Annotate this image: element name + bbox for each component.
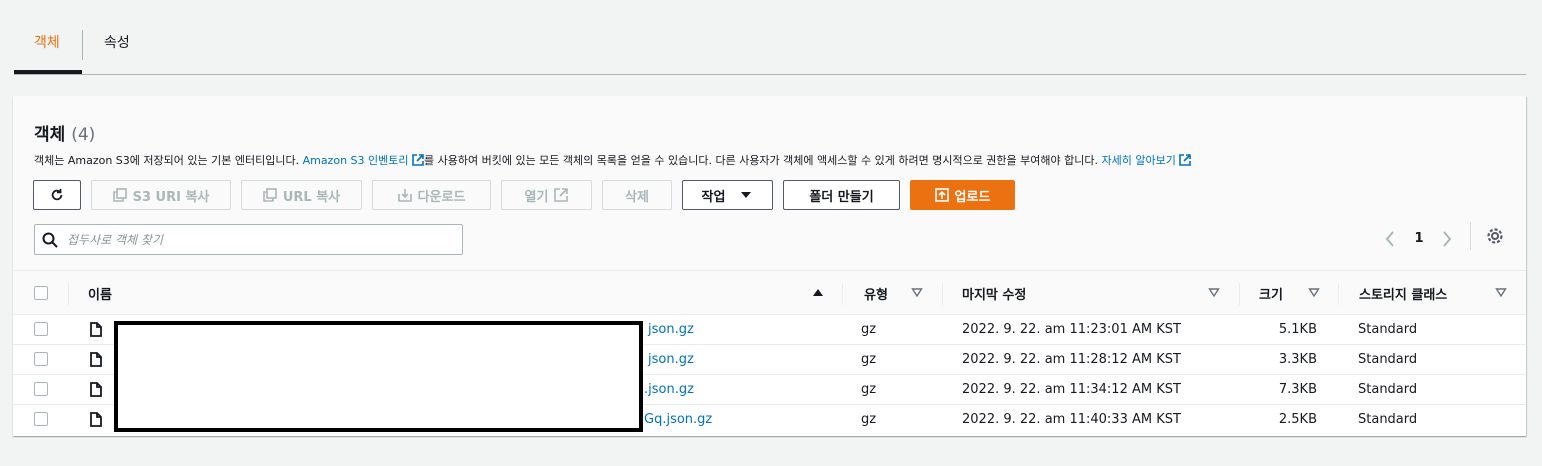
refresh-button[interactable] [33, 180, 81, 210]
column-divider [842, 283, 843, 305]
inventory-link[interactable]: Amazon S3 인벤토리 [303, 154, 424, 167]
external-link-icon [412, 154, 424, 166]
object-type: gz [861, 352, 877, 367]
column-header-type[interactable]: 유형 [864, 284, 888, 303]
column-divider [1239, 283, 1240, 305]
create-folder-button[interactable]: 폴더 만들기 [783, 180, 900, 210]
redaction-box [114, 321, 643, 432]
sort-icon[interactable] [1495, 286, 1507, 298]
objects-panel: 객체 (4) 객체는 Amazon S3에 저장되어 있는 기본 엔터티입니다.… [13, 96, 1526, 436]
inventory-link-label: Amazon S3 인벤토리 [302, 154, 409, 167]
create-folder-label: 폴더 만들기 [809, 189, 874, 205]
column-header-size[interactable]: 크기 [1259, 284, 1283, 303]
object-type: gz [861, 382, 877, 397]
object-type: gz [861, 412, 877, 427]
object-name-link[interactable]: .json.gz [644, 382, 694, 397]
search-input[interactable] [67, 229, 447, 251]
object-size: 3.3KB [1278, 352, 1317, 367]
copy-icon [263, 188, 277, 202]
column-header-storage-class[interactable]: 스토리지 클래스 [1359, 284, 1447, 303]
panel-description: 객체는 Amazon S3에 저장되어 있는 기본 엔터티입니다. Amazon… [34, 152, 1192, 168]
object-modified: 2022. 9. 22. am 11:40:33 AM KST [962, 412, 1181, 427]
column-header-name[interactable]: 이름 [88, 284, 112, 303]
sort-icon[interactable] [1308, 286, 1320, 298]
copy-url-button[interactable]: URL 복사 [241, 180, 362, 210]
sort-icon[interactable] [1208, 286, 1220, 298]
prev-page-icon[interactable] [1382, 226, 1398, 252]
panel-title-text: 객체 [34, 125, 66, 145]
delete-button[interactable]: 삭제 [602, 180, 672, 210]
object-modified: 2022. 9. 22. am 11:28:12 AM KST [962, 352, 1181, 367]
desc-text-1: 객체는 Amazon S3에 저장되어 있는 기본 엔터티입니다. [34, 154, 303, 167]
row-checkbox[interactable] [34, 412, 48, 426]
tab-divider [82, 30, 83, 60]
select-all-checkbox[interactable] [34, 286, 48, 300]
download-label: 다운로드 [417, 189, 466, 205]
learn-more-link[interactable]: 자세히 알아보기 [1102, 154, 1192, 167]
upload-icon [934, 188, 949, 202]
current-page[interactable]: 1 [1413, 226, 1425, 252]
object-name-link[interactable]: json.gz [648, 352, 694, 367]
delete-label: 삭제 [625, 189, 649, 205]
copy-s3-uri-button[interactable]: S3 URI 복사 [91, 180, 231, 210]
object-name-link[interactable]: json.gz [648, 322, 694, 337]
actions-dropdown[interactable]: 작업 [682, 180, 773, 210]
copy-icon [112, 188, 127, 202]
upload-button[interactable]: 업로드 [910, 180, 1015, 210]
gear-icon[interactable] [1485, 226, 1505, 246]
object-size: 7.3KB [1278, 382, 1317, 397]
column-header-modified[interactable]: 마지막 수정 [962, 284, 1026, 303]
tab-objects[interactable]: 객체 [34, 32, 60, 52]
tab-properties[interactable]: 속성 [104, 32, 130, 52]
column-divider [1338, 283, 1339, 305]
copy-s3-uri-label: S3 URI 복사 [132, 189, 210, 205]
desc-text-2: 를 사용하여 버킷에 있는 모든 객체의 목록을 얻을 수 있습니다. 다른 사… [424, 154, 1102, 167]
search-icon [42, 232, 58, 248]
column-divider [68, 283, 69, 305]
tab-bar: 객체 속성 [14, 0, 1526, 75]
object-size: 5.1KB [1278, 322, 1317, 337]
file-icon [90, 412, 102, 427]
sort-icon[interactable] [911, 286, 923, 298]
file-icon [90, 382, 102, 397]
object-modified: 2022. 9. 22. am 11:34:12 AM KST [962, 382, 1181, 397]
actions-label: 작업 [701, 189, 726, 205]
object-size: 2.5KB [1278, 412, 1317, 427]
learn-more-label: 자세히 알아보기 [1101, 154, 1176, 167]
search-box [34, 224, 463, 255]
external-link-icon [554, 188, 569, 202]
file-icon [90, 352, 102, 367]
object-storage-class: Standard [1358, 382, 1418, 397]
open-label: 열기 [524, 189, 549, 205]
pager-divider [1470, 222, 1471, 250]
panel-title: 객체 (4) [34, 120, 95, 145]
row-checkbox[interactable] [34, 382, 48, 396]
table-header: 이름 유형 마지막 수정 크기 스토리지 클래스 [13, 270, 1526, 315]
object-storage-class: Standard [1358, 322, 1418, 337]
download-button[interactable]: 다운로드 [372, 180, 491, 210]
row-checkbox[interactable] [34, 352, 48, 366]
object-modified: 2022. 9. 22. am 11:23:01 AM KST [962, 322, 1181, 337]
row-checkbox[interactable] [34, 322, 48, 336]
refresh-icon [51, 188, 63, 201]
object-storage-class: Standard [1358, 412, 1418, 427]
external-link-icon [1179, 154, 1192, 166]
upload-label: 업로드 [954, 189, 991, 205]
active-tab-indicator [14, 70, 82, 74]
object-storage-class: Standard [1358, 352, 1418, 367]
caret-down-icon [741, 192, 752, 198]
copy-url-label: URL 복사 [282, 189, 341, 205]
object-count: (4) [71, 125, 96, 145]
column-divider [942, 283, 943, 305]
download-icon [397, 189, 412, 202]
panel-header: 객체 (4) 객체는 Amazon S3에 저장되어 있는 기본 엔터티입니다.… [13, 96, 1526, 270]
open-button[interactable]: 열기 [501, 180, 592, 210]
object-type: gz [861, 322, 877, 337]
object-name-link[interactable]: Gq.json.gz [644, 412, 712, 427]
next-page-icon[interactable] [1439, 226, 1455, 252]
sort-ascending-icon[interactable] [812, 286, 824, 298]
file-icon [90, 322, 102, 337]
